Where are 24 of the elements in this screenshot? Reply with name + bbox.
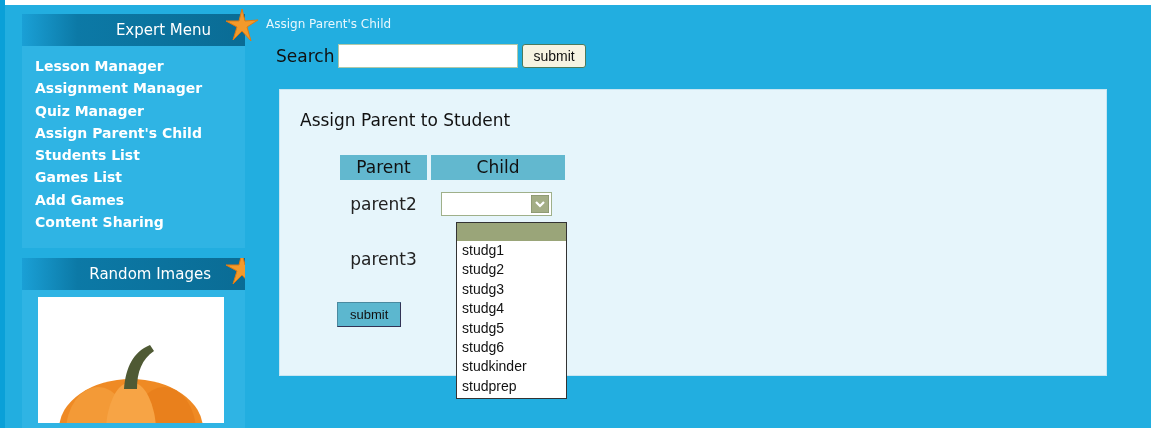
search-submit-button[interactable]: submit [522,44,586,68]
column-header: Parent [340,155,427,180]
dropdown-option[interactable]: studg4 [457,299,566,319]
dropdown-option[interactable]: studprep [457,376,566,397]
form-title: Assign Parent to Student [300,110,512,130]
search-field[interactable] [338,44,519,68]
dropdown-option[interactable]: studkinder [457,357,566,377]
images-title: Random Images [89,265,211,284]
dropdown-option[interactable]: studg6 [457,338,566,358]
blank-option[interactable] [457,223,566,241]
parent-name: parent2 [349,193,418,216]
search-label: Search [276,46,335,66]
dropdown-option[interactable]: studg1 [457,241,566,261]
menu-title: Expert Menu [115,21,211,39]
submit-button[interactable]: submit [337,302,402,327]
dropdown-option[interactable]: studg2 [457,260,566,280]
dropdown-option[interactable]: studg5 [457,318,566,339]
dropdown-arrow-icon [531,195,549,213]
starfish-icon [225,8,259,42]
parent-name: parent3 [349,248,418,271]
dropdown-option[interactable]: studg3 [457,279,566,300]
child-select[interactable] [441,192,552,216]
breadcrumb: Assign Parent's Child [266,17,393,31]
column-header: Child [431,155,565,180]
